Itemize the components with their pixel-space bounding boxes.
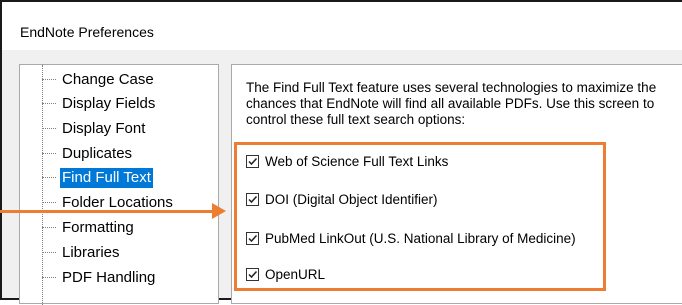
tree-branch [42, 202, 56, 204]
sidebar-item-label: PDF Handling [62, 269, 156, 286]
tree-branch [42, 103, 56, 105]
tree-branch [42, 79, 56, 81]
window-title: EndNote Preferences [20, 24, 154, 40]
sidebar-item-label: Duplicates [62, 145, 133, 162]
sidebar-item-label: Find Full Text [60, 168, 153, 188]
preferences-tree: Change Case Display Fields Display Font … [19, 64, 219, 305]
tree-branch [42, 128, 56, 130]
annotation-arrow-line [0, 210, 216, 213]
description-text: The Find Full Text feature uses several … [246, 80, 682, 128]
annotation-arrow-head-icon [212, 203, 226, 219]
tree-branch [42, 277, 56, 279]
sidebar-item-label: Formatting [62, 219, 134, 236]
description-line: control these full text search options: [246, 112, 466, 127]
sidebar-item-label: Change Case [62, 71, 154, 88]
sidebar-item-display-font[interactable]: Display Font [20, 118, 147, 140]
sidebar-item-display-fields[interactable]: Display Fields [20, 93, 157, 115]
sidebar-item-libraries[interactable]: Libraries [20, 242, 122, 264]
sidebar-item-find-full-text[interactable]: Find Full Text [20, 167, 153, 189]
tree-branch [42, 227, 56, 229]
tree-branch [42, 153, 56, 155]
description-line: The Find Full Text feature uses several … [246, 80, 657, 95]
tree-branch [42, 177, 56, 179]
annotation-highlight-box [234, 142, 606, 291]
description-line: chances that EndNote will find all avail… [246, 96, 655, 111]
tree-branch [42, 252, 56, 254]
sidebar-item-pdf-handling[interactable]: PDF Handling [20, 267, 157, 289]
sidebar-item-label: Display Fields [62, 95, 156, 112]
title-bar: EndNote Preferences [2, 2, 682, 50]
sidebar-item-change-case[interactable]: Change Case [20, 69, 156, 91]
sidebar-item-label: Libraries [62, 244, 120, 261]
sidebar-item-formatting[interactable]: Formatting [20, 217, 136, 239]
sidebar-item-duplicates[interactable]: Duplicates [20, 143, 134, 165]
sidebar-item-label: Display Font [62, 120, 146, 137]
